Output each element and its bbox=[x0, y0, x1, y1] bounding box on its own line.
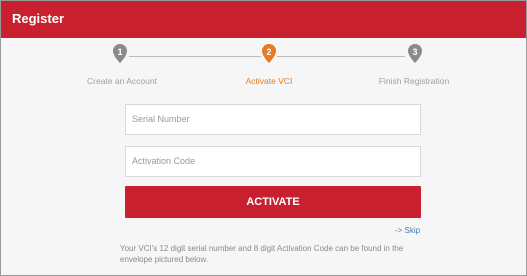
step-label-create-account: Create an Account bbox=[87, 76, 157, 86]
serial-number-placeholder: Serial Number bbox=[132, 114, 190, 124]
step-1-number: 1 bbox=[117, 47, 122, 57]
step-2-number: 2 bbox=[266, 47, 271, 57]
page-title: Register bbox=[12, 11, 65, 26]
step-marker-1-icon: 1 bbox=[113, 44, 127, 63]
step-connector-1 bbox=[129, 56, 261, 57]
step-label-finish-registration: Finish Registration bbox=[378, 76, 450, 86]
step-label-activate-vci: Activate VCI bbox=[245, 76, 293, 86]
step-marker-2-icon: 2 bbox=[262, 44, 276, 63]
register-window: Register 1 2 3 Create an Account Activat… bbox=[0, 0, 527, 276]
activation-code-placeholder: Activation Code bbox=[132, 156, 196, 166]
step-marker-3-icon: 3 bbox=[408, 44, 422, 63]
skip-link[interactable]: -> Skip bbox=[395, 226, 420, 235]
serial-number-field[interactable]: Serial Number bbox=[125, 104, 421, 135]
step-3-number: 3 bbox=[412, 47, 417, 57]
activation-code-field[interactable]: Activation Code bbox=[125, 146, 421, 177]
step-connector-2 bbox=[277, 56, 405, 57]
title-bar: Register bbox=[1, 1, 526, 38]
info-text: Your VCI's 12 digit serial number and 8 … bbox=[120, 244, 404, 264]
activate-button[interactable]: ACTIVATE bbox=[125, 186, 421, 218]
